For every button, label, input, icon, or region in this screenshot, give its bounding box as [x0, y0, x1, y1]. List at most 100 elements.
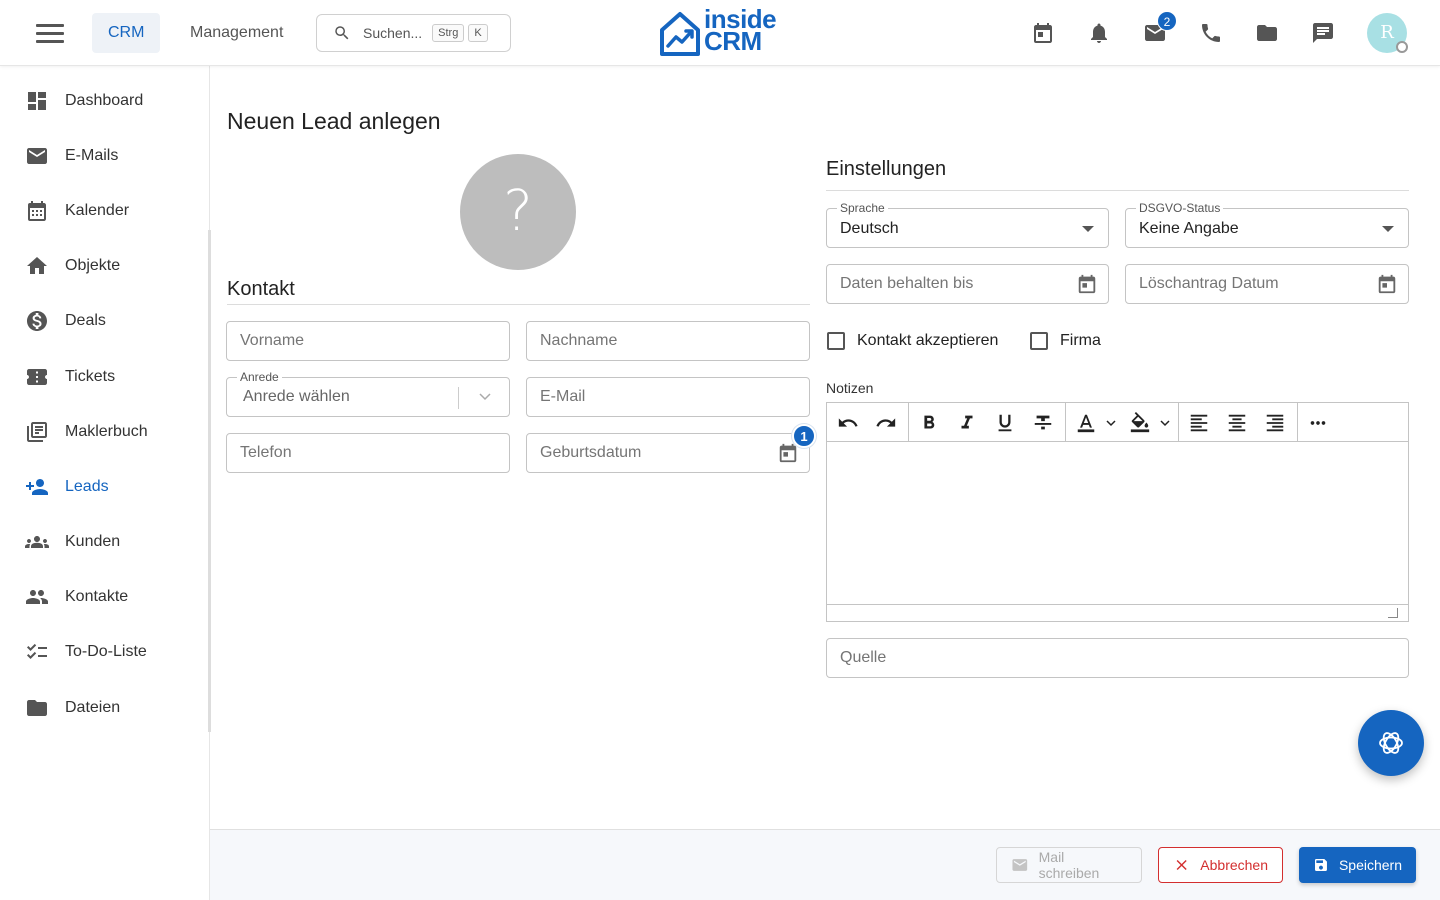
bold-icon[interactable]	[916, 410, 942, 436]
sidebar: Dashboard E-Mails Kalender Objekte Deals…	[0, 66, 210, 900]
house-logo-icon	[660, 12, 700, 56]
align-center-icon[interactable]	[1224, 410, 1250, 436]
chevron-down-icon	[479, 393, 491, 401]
geburtsdatum-placeholder: Geburtsdatum	[540, 444, 642, 461]
anrede-label: Anrede	[237, 370, 282, 384]
ticket-icon	[27, 369, 47, 385]
sidebar-item-kalender[interactable]: Kalender	[0, 189, 208, 233]
sidebar-item-kunden[interactable]: Kunden	[0, 520, 208, 564]
chevron-down-icon[interactable]	[1159, 417, 1171, 429]
kontakt-akzeptieren-checkbox[interactable]	[827, 332, 845, 350]
anrede-select[interactable]: Anrede Anrede wählen	[226, 370, 510, 417]
quelle-placeholder: Quelle	[840, 649, 887, 666]
notification-badge: 1	[792, 424, 816, 448]
sidebar-scrollbar[interactable]	[208, 230, 211, 732]
dollar-icon	[27, 311, 47, 331]
mail-count-badge: 2	[1157, 11, 1177, 31]
toolbar-separator	[1297, 403, 1298, 442]
undo-icon[interactable]	[835, 410, 861, 436]
calendar-icon[interactable]	[1031, 21, 1055, 45]
email-input[interactable]: E-Mail	[526, 377, 810, 417]
sidebar-item-label: Kunden	[65, 533, 121, 550]
abbrechen-button[interactable]: Abbrechen	[1158, 847, 1283, 883]
dashboard-icon	[28, 92, 46, 110]
nachname-input[interactable]: Nachname	[526, 321, 810, 361]
sidebar-item-label: Kontakte	[65, 588, 129, 605]
sprache-label: Sprache	[837, 201, 888, 215]
section-divider	[227, 304, 810, 305]
notizen-label: Notizen	[826, 380, 874, 396]
loeschantrag-placeholder: Löschantrag Datum	[1139, 275, 1279, 292]
lead-avatar-upload[interactable]: ?	[460, 154, 576, 270]
bell-icon[interactable]	[1087, 21, 1111, 45]
highlight-icon[interactable]	[1127, 410, 1153, 436]
text-color-icon[interactable]	[1073, 410, 1099, 436]
sidebar-item-deals[interactable]: Deals	[0, 299, 208, 343]
dropdown-arrow-icon	[1382, 226, 1394, 232]
sidebar-item-label: Deals	[65, 312, 106, 329]
checklist-icon	[27, 643, 47, 659]
page-title: Neuen Lead anlegen	[227, 108, 441, 134]
chat-icon[interactable]	[1311, 21, 1335, 45]
speichern-button[interactable]: Speichern	[1299, 847, 1416, 883]
phone-icon[interactable]	[1199, 21, 1223, 45]
sidebar-item-todo[interactable]: To-Do-Liste	[0, 630, 208, 674]
status-indicator	[1396, 41, 1408, 53]
vorname-input[interactable]: Vorname	[226, 321, 510, 361]
align-right-icon[interactable]	[1262, 410, 1288, 436]
dsgvo-label: DSGVO-Status	[1136, 201, 1224, 215]
house-icon	[27, 257, 47, 274]
daten-behalten-bis-input[interactable]: Daten behalten bis	[826, 264, 1109, 304]
telefon-placeholder: Telefon	[240, 444, 292, 461]
sidebar-item-label: Dashboard	[65, 92, 144, 109]
ai-assistant-button[interactable]	[1358, 710, 1424, 776]
calendar-icon[interactable]	[1376, 273, 1398, 295]
sidebar-item-dashboard[interactable]: Dashboard	[0, 79, 208, 123]
more-icon[interactable]	[1305, 410, 1331, 436]
dropdown-arrow-icon	[1082, 226, 1094, 232]
firma-label[interactable]: Firma	[1060, 332, 1101, 350]
sprache-value: Deutsch	[840, 220, 899, 237]
mail-schreiben-label: Mail schreiben	[1038, 849, 1100, 881]
telefon-input[interactable]: Telefon	[226, 433, 510, 473]
folder-icon	[27, 700, 47, 716]
search-input[interactable]: Suchen... Strg K	[316, 14, 511, 52]
library-icon	[27, 422, 47, 442]
resize-handle-icon[interactable]	[1388, 608, 1398, 618]
select-divider	[458, 387, 459, 409]
kontakt-akzeptieren-label[interactable]: Kontakt akzeptieren	[857, 332, 998, 350]
underline-icon[interactable]	[992, 410, 1018, 436]
sidebar-item-label: Kalender	[65, 202, 130, 219]
redo-icon[interactable]	[873, 410, 899, 436]
chevron-down-icon[interactable]	[1105, 417, 1117, 429]
shortcut-key-k: K	[468, 24, 488, 42]
person-add-icon	[26, 479, 48, 495]
align-left-icon[interactable]	[1186, 410, 1212, 436]
sidebar-item-tickets[interactable]: Tickets	[0, 355, 208, 399]
tab-management[interactable]: Management	[174, 13, 299, 53]
folder-icon[interactable]	[1255, 21, 1279, 45]
anrede-placeholder: Anrede wählen	[243, 388, 350, 405]
logo[interactable]: inside CRM	[658, 6, 783, 58]
sidebar-item-dateien[interactable]: Dateien	[0, 686, 208, 730]
calendar-icon[interactable]	[1076, 273, 1098, 295]
notizen-editor[interactable]	[826, 402, 1409, 622]
search-icon	[335, 26, 349, 40]
geburtsdatum-input[interactable]: Geburtsdatum	[526, 433, 810, 473]
firma-checkbox[interactable]	[1030, 332, 1048, 350]
menu-icon[interactable]	[36, 24, 64, 44]
sidebar-item-maklerbuch[interactable]: Maklerbuch	[0, 410, 208, 454]
sidebar-item-kontakte[interactable]: Kontakte	[0, 575, 208, 619]
sidebar-item-leads[interactable]: Leads	[0, 465, 208, 509]
sidebar-item-objekte[interactable]: Objekte	[0, 244, 208, 288]
loeschantrag-datum-input[interactable]: Löschantrag Datum	[1125, 264, 1409, 304]
strikethrough-icon[interactable]	[1030, 410, 1056, 436]
italic-icon[interactable]	[954, 410, 980, 436]
sidebar-item-emails[interactable]: E-Mails	[0, 134, 208, 178]
mail-schreiben-button[interactable]: Mail schreiben	[996, 847, 1142, 883]
sprache-select[interactable]: Sprache Deutsch	[826, 201, 1109, 248]
dsgvo-status-select[interactable]: DSGVO-Status Keine Angabe	[1125, 201, 1409, 248]
quelle-input[interactable]: Quelle	[826, 638, 1409, 678]
tab-crm[interactable]: CRM	[92, 13, 161, 53]
section-title-einstellungen: Einstellungen	[826, 158, 947, 180]
